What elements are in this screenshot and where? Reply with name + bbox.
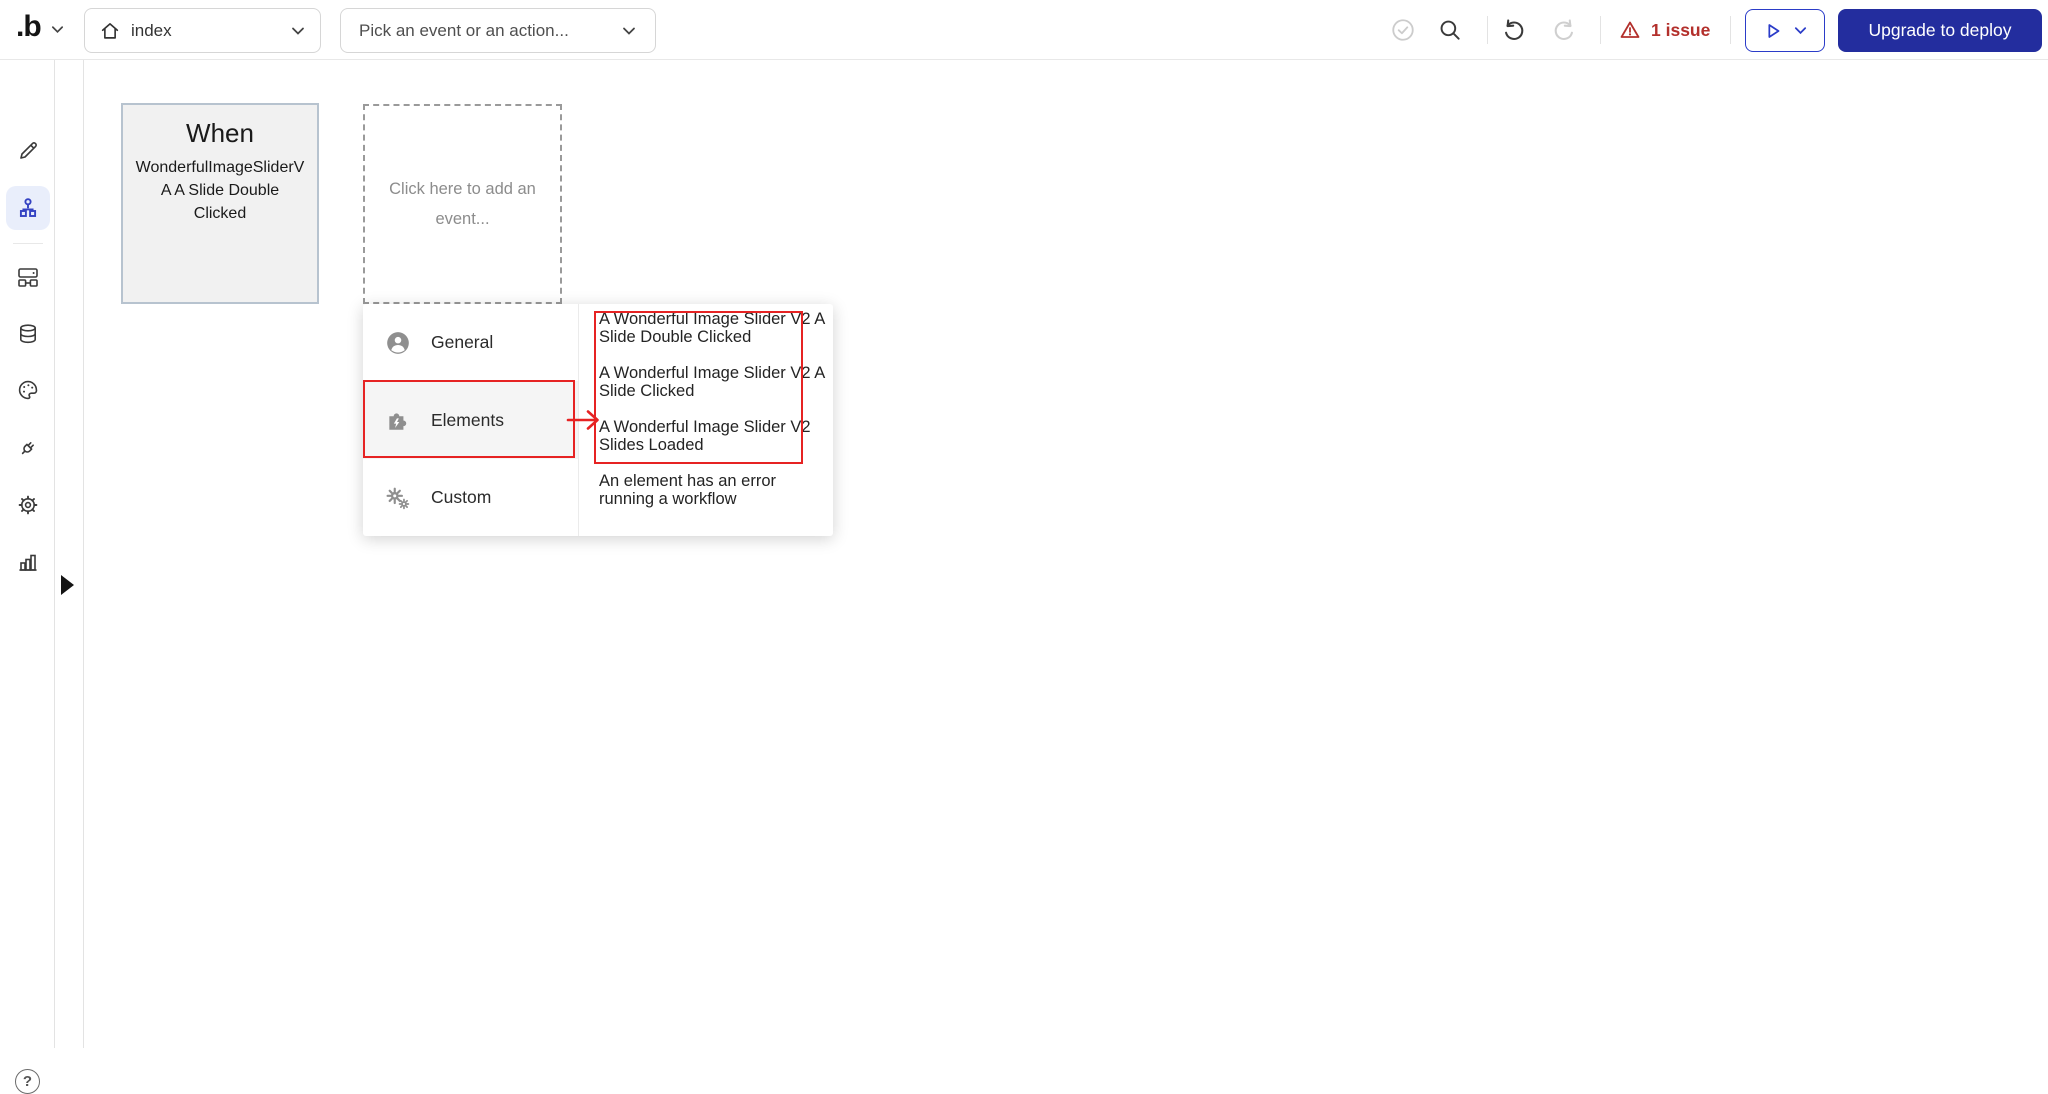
bubble-logo: .b [16, 10, 42, 43]
palette-icon[interactable] [16, 378, 40, 402]
event-card-description: WonderfulImageSliderVA A Slide Double Cl… [135, 159, 305, 222]
home-icon [101, 22, 119, 39]
save-status-check-icon [1392, 19, 1414, 41]
gears-icon [386, 487, 410, 509]
chevron-down-icon [623, 27, 635, 35]
toolbar-divider [1730, 16, 1731, 44]
event-option[interactable]: A Wonderful Image Slider V2 A Slide Doub… [599, 310, 827, 346]
left-sidebar: ? [0, 60, 55, 1094]
help-icon[interactable]: ? [15, 1069, 40, 1094]
preview-run-button[interactable] [1745, 9, 1825, 52]
collapsed-panel-strip [55, 60, 84, 1048]
workflow-event-card[interactable]: When WonderfulImageSliderVA A Slide Doub… [121, 103, 319, 304]
person-icon [387, 331, 409, 354]
menu-category-elements[interactable]: Elements [363, 381, 578, 459]
menu-category-custom[interactable]: Custom [363, 459, 578, 536]
menu-divider [578, 304, 579, 536]
page-dropdown-label: index [131, 20, 172, 40]
issues-indicator[interactable]: 1 issue [1618, 0, 1710, 60]
page-dropdown[interactable]: index [84, 8, 321, 53]
play-icon [1768, 23, 1780, 38]
puzzle-icon [389, 413, 407, 430]
event-option[interactable]: An element has an error running a workfl… [599, 472, 827, 508]
bar-chart-icon[interactable] [16, 550, 40, 574]
pencil-icon[interactable] [16, 139, 40, 163]
menu-category-label: Custom [431, 487, 492, 507]
search-icon[interactable] [1437, 17, 1463, 43]
event-option[interactable]: A Wonderful Image Slider V2 A Slide Clic… [599, 364, 827, 400]
sidebar-divider [13, 243, 43, 244]
toolbar-divider [1487, 16, 1488, 44]
redo-icon[interactable] [1552, 17, 1578, 43]
plug-icon[interactable] [16, 436, 40, 460]
panel-expand-arrow[interactable] [61, 575, 74, 595]
menu-category-label: Elements [431, 409, 504, 430]
menu-category-label: General [431, 332, 494, 352]
warning-icon [1620, 21, 1640, 38]
database-icon[interactable] [16, 322, 40, 346]
add-event-box[interactable]: Click here to add an event... [363, 104, 562, 304]
reusables-icon[interactable] [16, 265, 40, 289]
event-card-title: When [186, 118, 254, 148]
chevron-down-icon [292, 27, 304, 35]
top-toolbar: .b index Pick an event or an action... 1… [0, 0, 2048, 60]
chevron-down-icon [1794, 27, 1807, 35]
event-option[interactable]: A Wonderful Image Slider V2 Slides Loade… [599, 418, 827, 454]
issues-label: 1 issue [1651, 19, 1711, 40]
event-action-placeholder: Pick an event or an action... [359, 20, 569, 40]
event-picker-menu: General Elements Custom A Wonderful Imag… [363, 304, 833, 536]
toolbar-divider [1600, 16, 1601, 44]
add-event-label: Click here to add an event... [389, 180, 536, 228]
event-action-dropdown[interactable]: Pick an event or an action... [340, 8, 656, 53]
menu-category-general[interactable]: General [363, 304, 578, 381]
workspace-chevron-icon[interactable] [50, 22, 65, 37]
upgrade-to-deploy-button[interactable]: Upgrade to deploy [1838, 9, 2042, 52]
gear-icon[interactable] [16, 493, 40, 517]
workflow-icon[interactable] [16, 196, 40, 220]
undo-icon[interactable] [1500, 17, 1526, 43]
